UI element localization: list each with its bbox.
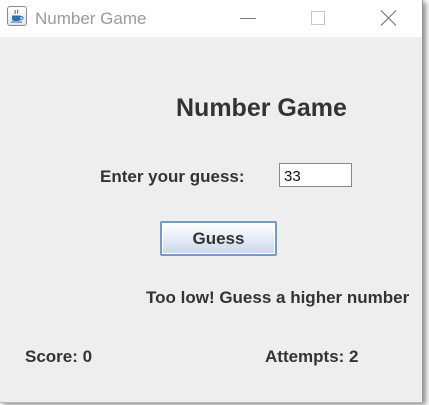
game-heading: Number Game — [176, 94, 347, 122]
java-coffee-cup-icon[interactable] — [7, 6, 27, 26]
result-message: Too low! Guess a higher number — [146, 288, 410, 307]
minimize-button[interactable] — [225, 0, 271, 37]
maximize-icon — [311, 11, 325, 25]
title-bar[interactable]: Number Game — [0, 0, 422, 37]
window-title: Number Game — [35, 9, 147, 28]
attempts-label: Attempts: 2 — [265, 347, 359, 366]
score-label: Score: 0 — [25, 347, 93, 366]
guess-button[interactable]: Guess — [160, 221, 277, 256]
maximize-button[interactable] — [295, 0, 341, 37]
guess-label: Enter your guess: — [100, 167, 245, 186]
close-icon — [380, 10, 397, 26]
minimize-icon — [240, 18, 256, 19]
app-window: Number Game Number Game Enter your guess… — [0, 0, 423, 403]
close-button[interactable] — [365, 0, 411, 37]
guess-input[interactable] — [279, 163, 352, 187]
